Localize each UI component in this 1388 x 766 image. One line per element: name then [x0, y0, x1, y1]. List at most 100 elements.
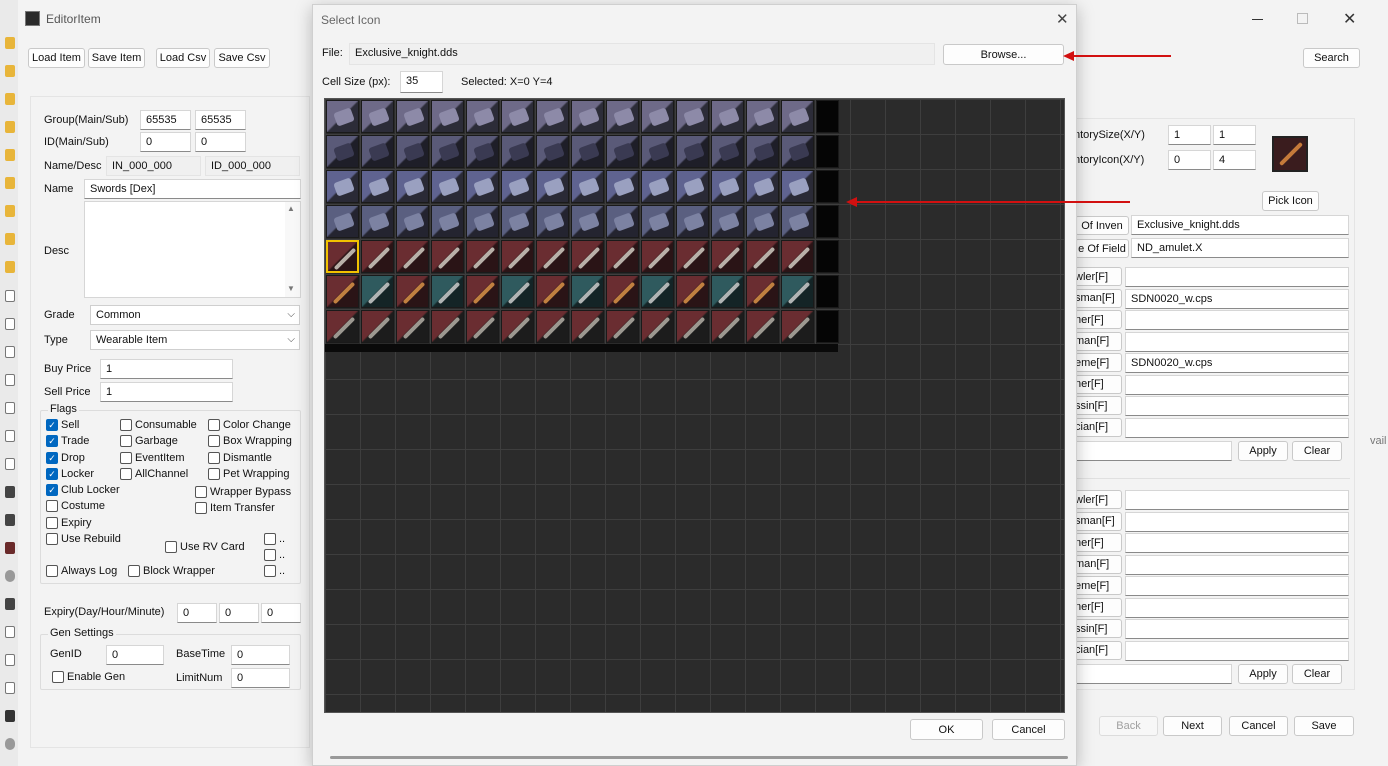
icon-cell[interactable]: [781, 310, 814, 343]
icon-cell[interactable]: [466, 275, 499, 308]
apply-input-b[interactable]: [1075, 664, 1232, 684]
next-button[interactable]: Next: [1163, 716, 1222, 736]
icon-cell[interactable]: [606, 275, 639, 308]
icon-cell[interactable]: [641, 310, 674, 343]
icon-cell[interactable]: [326, 275, 359, 308]
save-item-button[interactable]: Save Item: [88, 48, 145, 68]
icon-cell[interactable]: [431, 170, 464, 203]
class-b-label-button[interactable]: ssin[F]: [1075, 619, 1122, 638]
basetime-input[interactable]: 0: [231, 645, 290, 665]
icon-cell[interactable]: [326, 310, 359, 343]
icon-cell[interactable]: [361, 275, 394, 308]
group-sub-input[interactable]: 65535: [195, 110, 246, 130]
icon-cell[interactable]: [676, 100, 709, 133]
icon-cell[interactable]: [571, 170, 604, 203]
icon-cell[interactable]: [781, 275, 814, 308]
use-rebuild-checkbox[interactable]: Use Rebuild: [46, 533, 121, 545]
icon-cell[interactable]: [606, 310, 639, 343]
scroll-up-icon[interactable]: ▲: [287, 204, 295, 213]
icon-cell[interactable]: [501, 205, 534, 238]
class-a-label-button[interactable]: ner[F]: [1075, 310, 1122, 329]
icon-cell[interactable]: [606, 240, 639, 273]
scroll-down-icon[interactable]: ▼: [287, 284, 295, 293]
class-a-label-button[interactable]: sman[F]: [1075, 288, 1122, 308]
inventory-size-y-input[interactable]: 1: [1213, 125, 1256, 145]
icon-cell[interactable]: [606, 135, 639, 168]
icon-cell[interactable]: [781, 240, 814, 273]
class-a-path-input[interactable]: SDN0020_w.cps: [1125, 288, 1349, 309]
icon-cell[interactable]: [536, 205, 569, 238]
empty-atlas-cell[interactable]: [816, 310, 839, 343]
item-transfer-checkbox[interactable]: Item Transfer: [195, 502, 275, 514]
icon-cell[interactable]: [396, 310, 429, 343]
icon-cell[interactable]: [781, 135, 814, 168]
expiry-day-input[interactable]: 0: [177, 603, 217, 623]
icon-cell[interactable]: [641, 205, 674, 238]
of-field-input[interactable]: ND_amulet.X: [1131, 238, 1349, 258]
class-b-label-button[interactable]: eme[F]: [1075, 576, 1122, 595]
class-a-path-input[interactable]: SDN0020_w.cps: [1125, 353, 1349, 373]
icon-cell[interactable]: [536, 240, 569, 273]
icon-cell[interactable]: [396, 135, 429, 168]
icon-cell[interactable]: [361, 205, 394, 238]
wrapper-bypass-checkbox[interactable]: Wrapper Bypass: [195, 486, 291, 498]
icon-cell[interactable]: [676, 240, 709, 273]
inventory-icon-x-input[interactable]: 0: [1168, 150, 1211, 170]
icon-cell[interactable]: [326, 170, 359, 203]
sell-checkbox[interactable]: ✓ Sell: [46, 419, 79, 431]
icon-cell[interactable]: [781, 170, 814, 203]
icon-cell[interactable]: [641, 100, 674, 133]
icon-cell[interactable]: [326, 100, 359, 133]
class-a-path-input[interactable]: [1125, 310, 1349, 330]
icon-cell[interactable]: [676, 310, 709, 343]
all-channel-checkbox[interactable]: AllChannel: [120, 468, 188, 480]
block-wrapper-checkbox[interactable]: Block Wrapper: [128, 565, 215, 577]
icon-cell[interactable]: [396, 170, 429, 203]
class-b-path-input[interactable]: [1125, 640, 1349, 661]
of-field-button[interactable]: e Of Field: [1075, 239, 1129, 258]
maximize-icon[interactable]: [1297, 13, 1308, 24]
minimize-icon[interactable]: [1252, 19, 1263, 20]
save-button[interactable]: Save: [1294, 716, 1354, 736]
icon-cell[interactable]: [536, 310, 569, 343]
class-a-label-button[interactable]: wler[F]: [1075, 267, 1122, 286]
empty-atlas-cell[interactable]: [816, 275, 839, 308]
class-b-path-input[interactable]: [1125, 533, 1349, 553]
icon-cell[interactable]: [326, 135, 359, 168]
dialog-cancel-button[interactable]: Cancel: [992, 719, 1065, 740]
icon-cell[interactable]: [466, 205, 499, 238]
icon-cell[interactable]: [711, 275, 744, 308]
use-rv-card-checkbox[interactable]: Use RV Card: [165, 541, 245, 553]
icon-cell[interactable]: [361, 240, 394, 273]
id-sub-input[interactable]: 0: [195, 132, 246, 152]
icon-cell[interactable]: [361, 310, 394, 343]
class-b-path-input[interactable]: [1125, 619, 1349, 639]
class-a-label-button[interactable]: cian[F]: [1075, 417, 1122, 437]
icon-cell[interactable]: [361, 100, 394, 133]
dialog-ok-button[interactable]: OK: [910, 719, 983, 740]
class-a-label-button[interactable]: man[F]: [1075, 331, 1122, 351]
empty-atlas-cell[interactable]: [816, 135, 839, 168]
buy-price-input[interactable]: 1: [100, 359, 233, 379]
costume-checkbox[interactable]: Costume: [46, 500, 105, 512]
class-a-label-button[interactable]: ssin[F]: [1075, 396, 1122, 415]
class-b-path-input[interactable]: [1125, 576, 1349, 596]
icon-cell[interactable]: [711, 100, 744, 133]
icon-cell[interactable]: [501, 310, 534, 343]
genid-input[interactable]: 0: [106, 645, 164, 665]
class-a-path-input[interactable]: [1125, 374, 1349, 395]
color-change-checkbox[interactable]: Color Change: [208, 419, 291, 431]
load-item-button[interactable]: Load Item: [28, 48, 85, 68]
icon-cell[interactable]: [606, 205, 639, 238]
icon-cell[interactable]: [466, 170, 499, 203]
dismantle-checkbox[interactable]: Dismantle: [208, 452, 272, 464]
class-b-label-button[interactable]: wler[F]: [1075, 490, 1122, 509]
box-wrapping-checkbox[interactable]: Box Wrapping: [208, 435, 292, 447]
class-b-label-button[interactable]: cian[F]: [1075, 640, 1122, 660]
icon-cell[interactable]: [746, 310, 779, 343]
icon-cell[interactable]: [431, 135, 464, 168]
icon-cell[interactable]: [641, 240, 674, 273]
class-a-path-input[interactable]: [1125, 417, 1349, 438]
expiry-checkbox[interactable]: Expiry: [46, 517, 92, 529]
class-b-label-button[interactable]: man[F]: [1075, 554, 1122, 574]
